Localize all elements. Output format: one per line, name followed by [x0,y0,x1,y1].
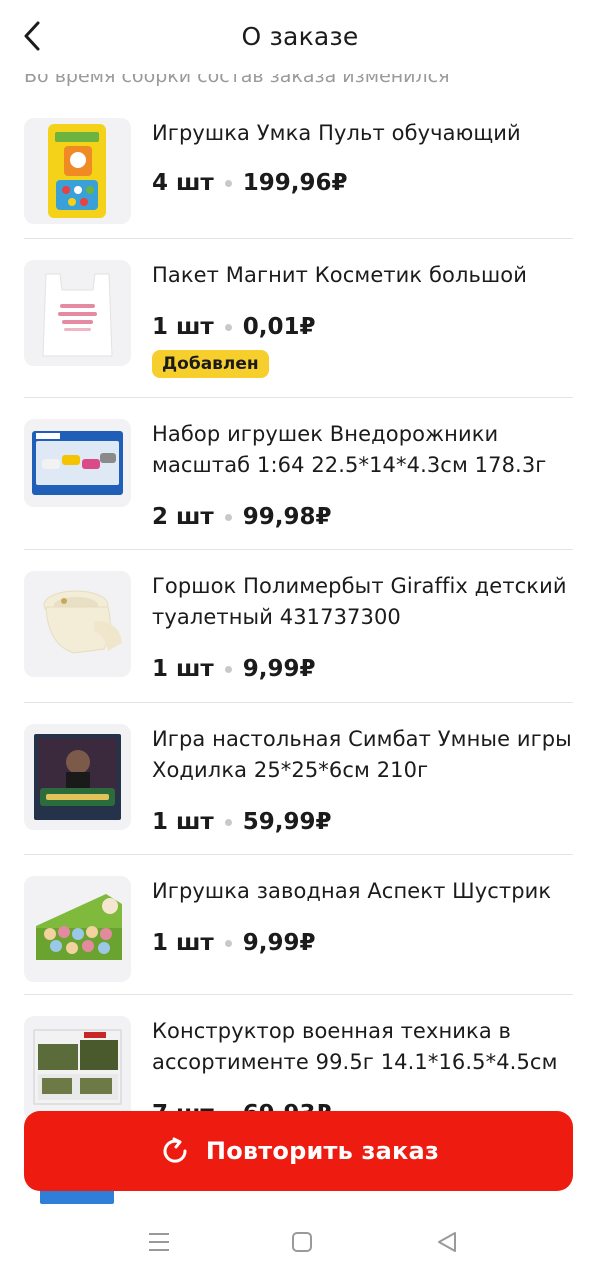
product-image [24,1016,131,1122]
product-qty-price: 1 шт 0,01₽ [152,314,316,340]
square-icon [292,1232,312,1252]
product-qty: 4 шт [152,170,214,196]
product-name: Игрушка заводная Аспект Шустрик [152,879,552,903]
divider [24,854,573,855]
separator-dot [224,818,232,826]
added-badge: Добавлен [152,350,269,378]
product-image [24,724,131,830]
product-price: 9,99₽ [242,656,316,682]
product-image [24,876,131,982]
product-image [24,118,131,224]
header: О заказе [0,0,600,74]
repeat-order-label: Повторить заказ [205,1137,440,1165]
product-qty: 2 шт [152,504,214,530]
product-name: Игрушка Умка Пульт обучающий [152,121,521,145]
product-image [24,571,131,677]
separator-dot [224,513,232,521]
product-price: 0,01₽ [242,314,316,340]
product-qty: 1 шт [152,930,214,956]
triangle-back-icon [438,1232,456,1252]
system-nav-bar [0,1205,600,1277]
divider [24,397,573,398]
recent-apps-button[interactable] [144,1227,174,1257]
refresh-icon [163,1137,187,1163]
product-price: 99,98₽ [242,504,332,530]
product-name: Игра настольная Симбат Умные игры Ходилк… [152,727,572,782]
home-button[interactable] [287,1227,317,1257]
product-qty-price: 2 шт 99,98₽ [152,504,332,530]
product-qty-price: 1 шт 59,99₽ [152,809,332,835]
separator-dot [224,179,232,187]
divider [24,994,573,995]
product-qty: 1 шт [152,656,214,682]
product-qty-price: 4 шт 199,96₽ [152,170,348,196]
divider [24,549,573,550]
product-name: Конструктор военная техника в ассортимен… [152,1019,558,1074]
product-qty: 1 шт [152,809,214,835]
separator-dot [224,665,232,673]
product-image [24,419,131,507]
product-price: 59,99₽ [242,809,332,835]
product-name: Горшок Полимербыт Giraffix детский туале… [152,574,567,629]
product-qty-price: 1 шт 9,99₽ [152,656,316,682]
separator-dot [224,323,232,331]
product-price: 199,96₽ [242,170,348,196]
separator-dot [224,939,232,947]
divider [24,702,573,703]
back-nav-button[interactable] [432,1227,462,1257]
product-price: 9,99₽ [242,930,316,956]
repeat-order-button[interactable]: Повторить заказ [24,1111,573,1191]
menu-icon [149,1233,169,1251]
product-image [24,260,131,366]
divider [24,238,573,239]
page-title: О заказе [241,22,359,51]
product-qty-price: 1 шт 9,99₽ [152,930,316,956]
product-name: Пакет Магнит Косметик большой [152,263,527,287]
product-qty: 1 шт [152,314,214,340]
product-name: Набор игрушек Внедорожники масштаб 1:64 … [152,422,547,477]
